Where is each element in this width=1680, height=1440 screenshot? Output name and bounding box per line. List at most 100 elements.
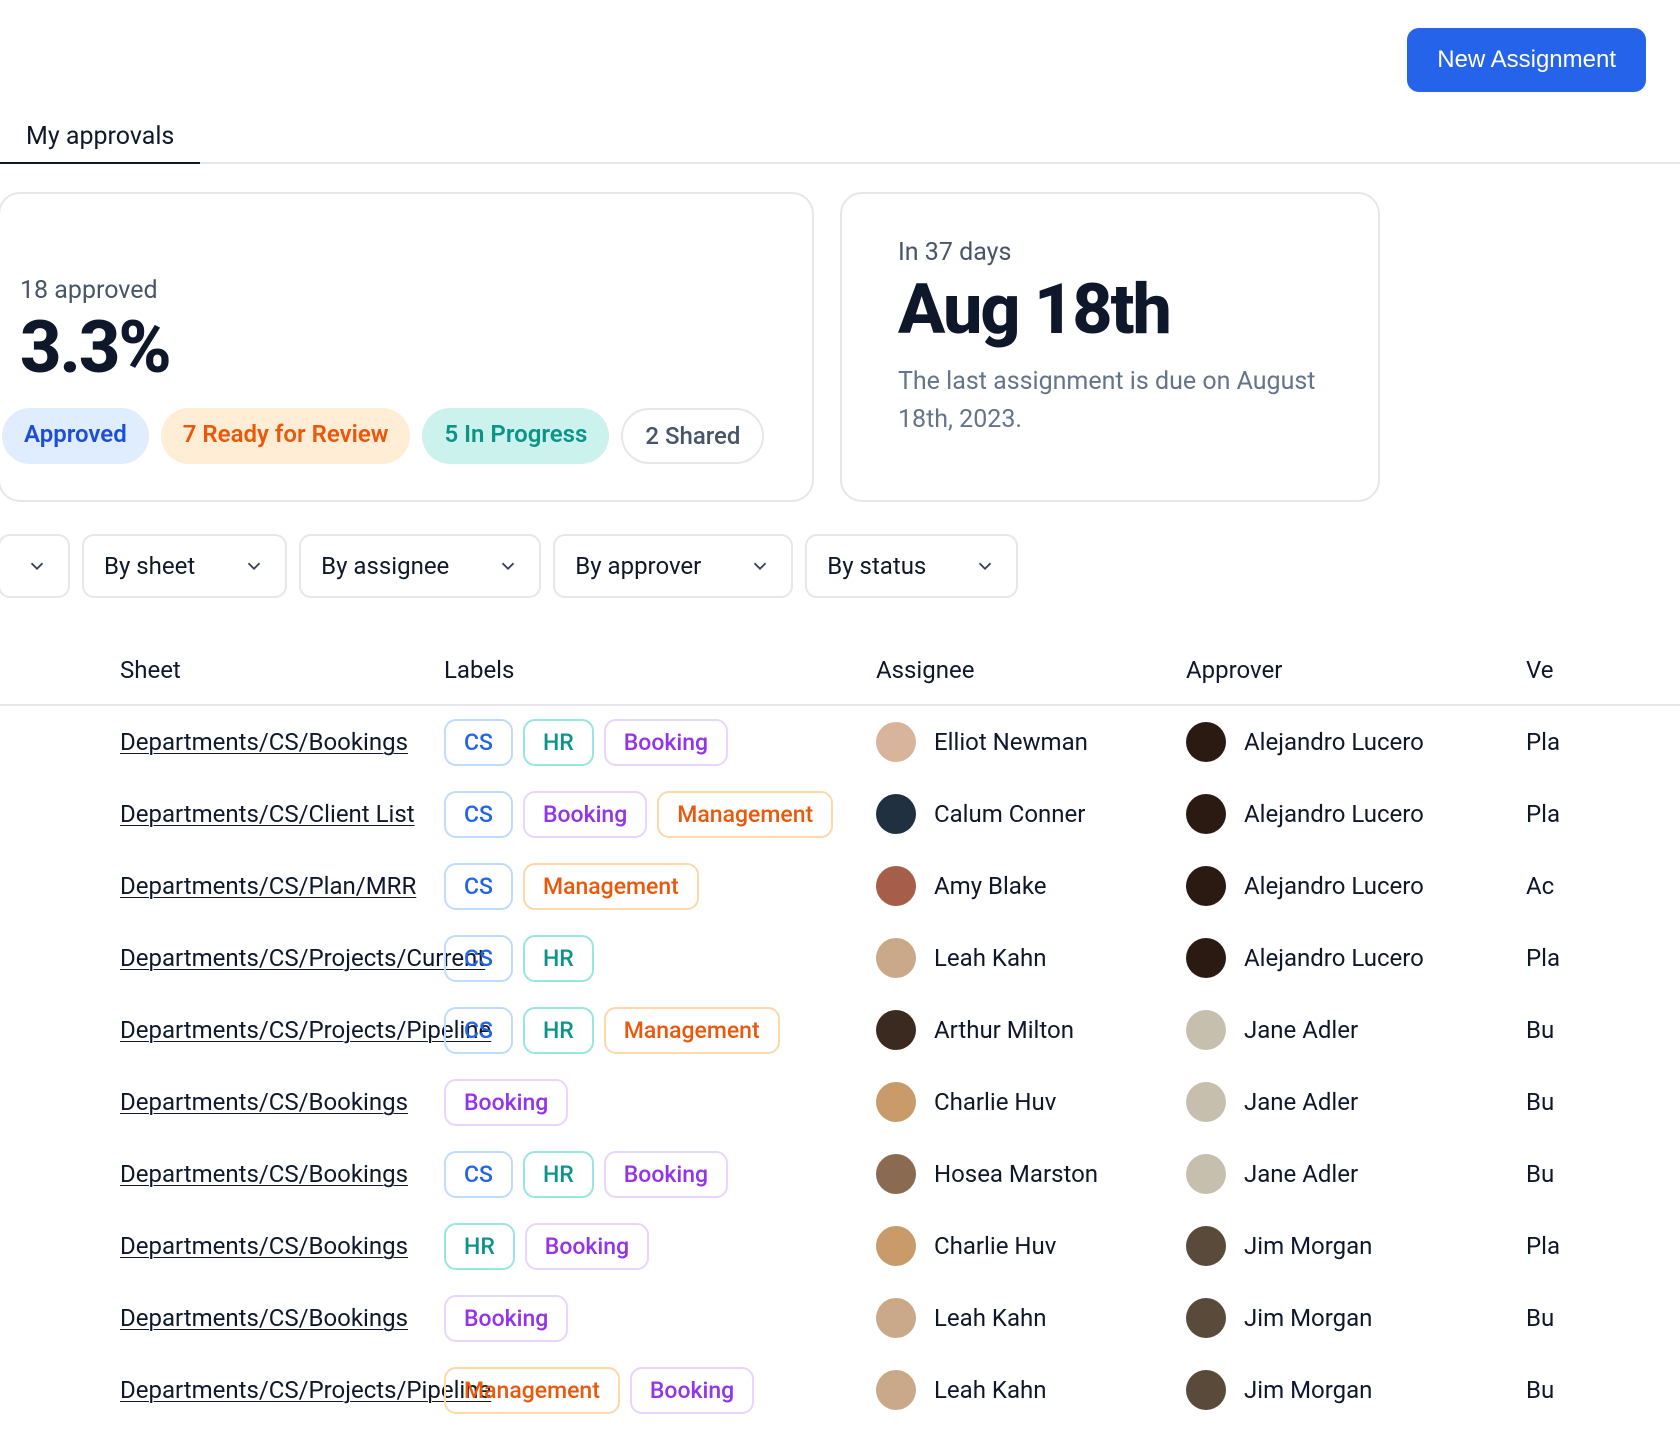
table-row: Departments/CS/Projects/CurrentCSHR Leah …	[0, 922, 1680, 994]
assignee[interactable]: Charlie Huv	[876, 1082, 1186, 1122]
assignee[interactable]: Amy Blake	[876, 866, 1186, 906]
avatar	[876, 1082, 916, 1122]
approver-name: Alejandro Lucero	[1244, 800, 1424, 828]
column-assignee[interactable]: Assignee	[876, 656, 1186, 684]
label-cs[interactable]: CS	[444, 1151, 513, 1198]
chevron-down-icon	[243, 555, 265, 577]
assignee[interactable]: Hosea Marston	[876, 1154, 1186, 1194]
approver-name: Jane Adler	[1244, 1088, 1358, 1116]
label-cs[interactable]: CS	[444, 1007, 513, 1054]
assignee[interactable]: Calum Conner	[876, 794, 1186, 834]
label-hr[interactable]: HR	[523, 1151, 594, 1198]
version-cell: Ac	[1526, 872, 1580, 900]
label-mgmt[interactable]: Management	[523, 863, 699, 910]
label-cs[interactable]: CS	[444, 863, 513, 910]
pill-shared[interactable]: 2 Shared	[621, 408, 764, 464]
avatar	[876, 1370, 916, 1410]
sheet-link[interactable]: Departments/CS/Projects/Pipeline	[120, 1016, 491, 1044]
sheet-link[interactable]: Departments/CS/Client List	[120, 800, 415, 828]
label-booking[interactable]: Booking	[604, 719, 728, 766]
column-sheet[interactable]: Sheet	[0, 656, 444, 684]
filter-by-status-label: By status	[827, 552, 926, 580]
approver[interactable]: Alejandro Lucero	[1186, 938, 1526, 978]
approver[interactable]: Jim Morgan	[1186, 1226, 1526, 1266]
label-mgmt[interactable]: Management	[657, 791, 833, 838]
label-booking[interactable]: Booking	[630, 1367, 754, 1414]
approver[interactable]: Alejandro Lucero	[1186, 722, 1526, 762]
sheet-link[interactable]: Departments/CS/Plan/MRR	[120, 872, 416, 900]
label-cs[interactable]: CS	[444, 719, 513, 766]
avatar	[1186, 938, 1226, 978]
avatar	[1186, 794, 1226, 834]
sheet-link[interactable]: Departments/CS/Bookings	[120, 1232, 408, 1260]
label-cs[interactable]: CS	[444, 791, 513, 838]
pill-in-progress[interactable]: 5 In Progress	[422, 408, 609, 464]
label-hr[interactable]: HR	[523, 719, 594, 766]
label-booking[interactable]: Booking	[604, 1151, 728, 1198]
assignee[interactable]: Charlie Huv	[876, 1226, 1186, 1266]
label-cs[interactable]: CS	[444, 935, 513, 982]
filter-by-status[interactable]: By status	[805, 534, 1018, 598]
label-hr[interactable]: HR	[523, 1007, 594, 1054]
sheet-link[interactable]: Departments/CS/Projects/Pipeline	[120, 1376, 491, 1404]
column-labels[interactable]: Labels	[444, 656, 876, 684]
filter-by-assignee-label: By assignee	[321, 552, 449, 580]
avatar	[1186, 1298, 1226, 1338]
label-booking[interactable]: Booking	[525, 1223, 649, 1270]
approver[interactable]: Alejandro Lucero	[1186, 866, 1526, 906]
approver[interactable]: Alejandro Lucero	[1186, 794, 1526, 834]
column-approver[interactable]: Approver	[1186, 656, 1526, 684]
label-hr[interactable]: HR	[444, 1223, 515, 1270]
assignee-name: Calum Conner	[934, 800, 1085, 828]
filter-leading-dropdown[interactable]	[0, 534, 70, 598]
approver-name: Alejandro Lucero	[1244, 944, 1424, 972]
approver[interactable]: Jim Morgan	[1186, 1298, 1526, 1338]
table-row: Departments/CS/Projects/PipelineCSHRMana…	[0, 994, 1680, 1066]
assignee-name: Amy Blake	[934, 872, 1047, 900]
table-row: Departments/CS/Bookings CSHRBooking Elliot…	[0, 706, 1680, 778]
assignee-name: Elliot Newman	[934, 728, 1088, 756]
filter-by-assignee[interactable]: By assignee	[299, 534, 541, 598]
assignee[interactable]: Elliot Newman	[876, 722, 1186, 762]
assignments-table: Sheet Labels Assignee Approver Ve Depart…	[0, 636, 1680, 1426]
version-cell: Bu	[1526, 1160, 1580, 1188]
filter-by-approver[interactable]: By approver	[553, 534, 793, 598]
label-booking[interactable]: Booking	[444, 1295, 568, 1342]
assignee[interactable]: Leah Kahn	[876, 938, 1186, 978]
version-cell: Bu	[1526, 1088, 1580, 1116]
sheet-link[interactable]: Departments/CS/Bookings	[120, 728, 408, 756]
filter-by-sheet[interactable]: By sheet	[82, 534, 287, 598]
assignee[interactable]: Arthur Milton	[876, 1010, 1186, 1050]
tab-my-approvals[interactable]: My approvals	[0, 112, 200, 162]
label-mgmt[interactable]: Management	[604, 1007, 780, 1054]
avatar	[1186, 1226, 1226, 1266]
avatar	[1186, 1010, 1226, 1050]
sheet-link[interactable]: Departments/CS/Bookings	[120, 1160, 408, 1188]
pill-ready-for-review[interactable]: 7 Ready for Review	[161, 408, 411, 464]
table-row: Departments/CS/Projects/PipelineManageme…	[0, 1354, 1680, 1426]
avatar	[1186, 1154, 1226, 1194]
avatar	[876, 722, 916, 762]
label-booking[interactable]: Booking	[523, 791, 647, 838]
approver-name: Jim Morgan	[1244, 1376, 1372, 1404]
pill-approved[interactable]: Approved	[2, 408, 149, 464]
chevron-down-icon	[497, 555, 519, 577]
sheet-link[interactable]: Departments/CS/Bookings	[120, 1088, 408, 1116]
label-mgmt[interactable]: Management	[444, 1367, 620, 1414]
column-version[interactable]: Ve	[1526, 656, 1580, 684]
table-row: Departments/CS/Client List CSBookingManag…	[0, 778, 1680, 850]
assignee[interactable]: Leah Kahn	[876, 1298, 1186, 1338]
label-booking[interactable]: Booking	[444, 1079, 568, 1126]
assignee[interactable]: Leah Kahn	[876, 1370, 1186, 1410]
sheet-link[interactable]: Departments/CS/Projects/Current	[120, 944, 485, 972]
version-cell: Pla	[1526, 1232, 1580, 1260]
avatar	[876, 938, 916, 978]
label-hr[interactable]: HR	[523, 935, 594, 982]
approver[interactable]: Jim Morgan	[1186, 1370, 1526, 1410]
table-row: Departments/CS/Bookings Booking Leah KahnJ…	[0, 1282, 1680, 1354]
approver[interactable]: Jane Adler	[1186, 1154, 1526, 1194]
approver[interactable]: Jane Adler	[1186, 1082, 1526, 1122]
sheet-link[interactable]: Departments/CS/Bookings	[120, 1304, 408, 1332]
new-assignment-button[interactable]: New Assignment	[1407, 28, 1646, 92]
approver[interactable]: Jane Adler	[1186, 1010, 1526, 1050]
